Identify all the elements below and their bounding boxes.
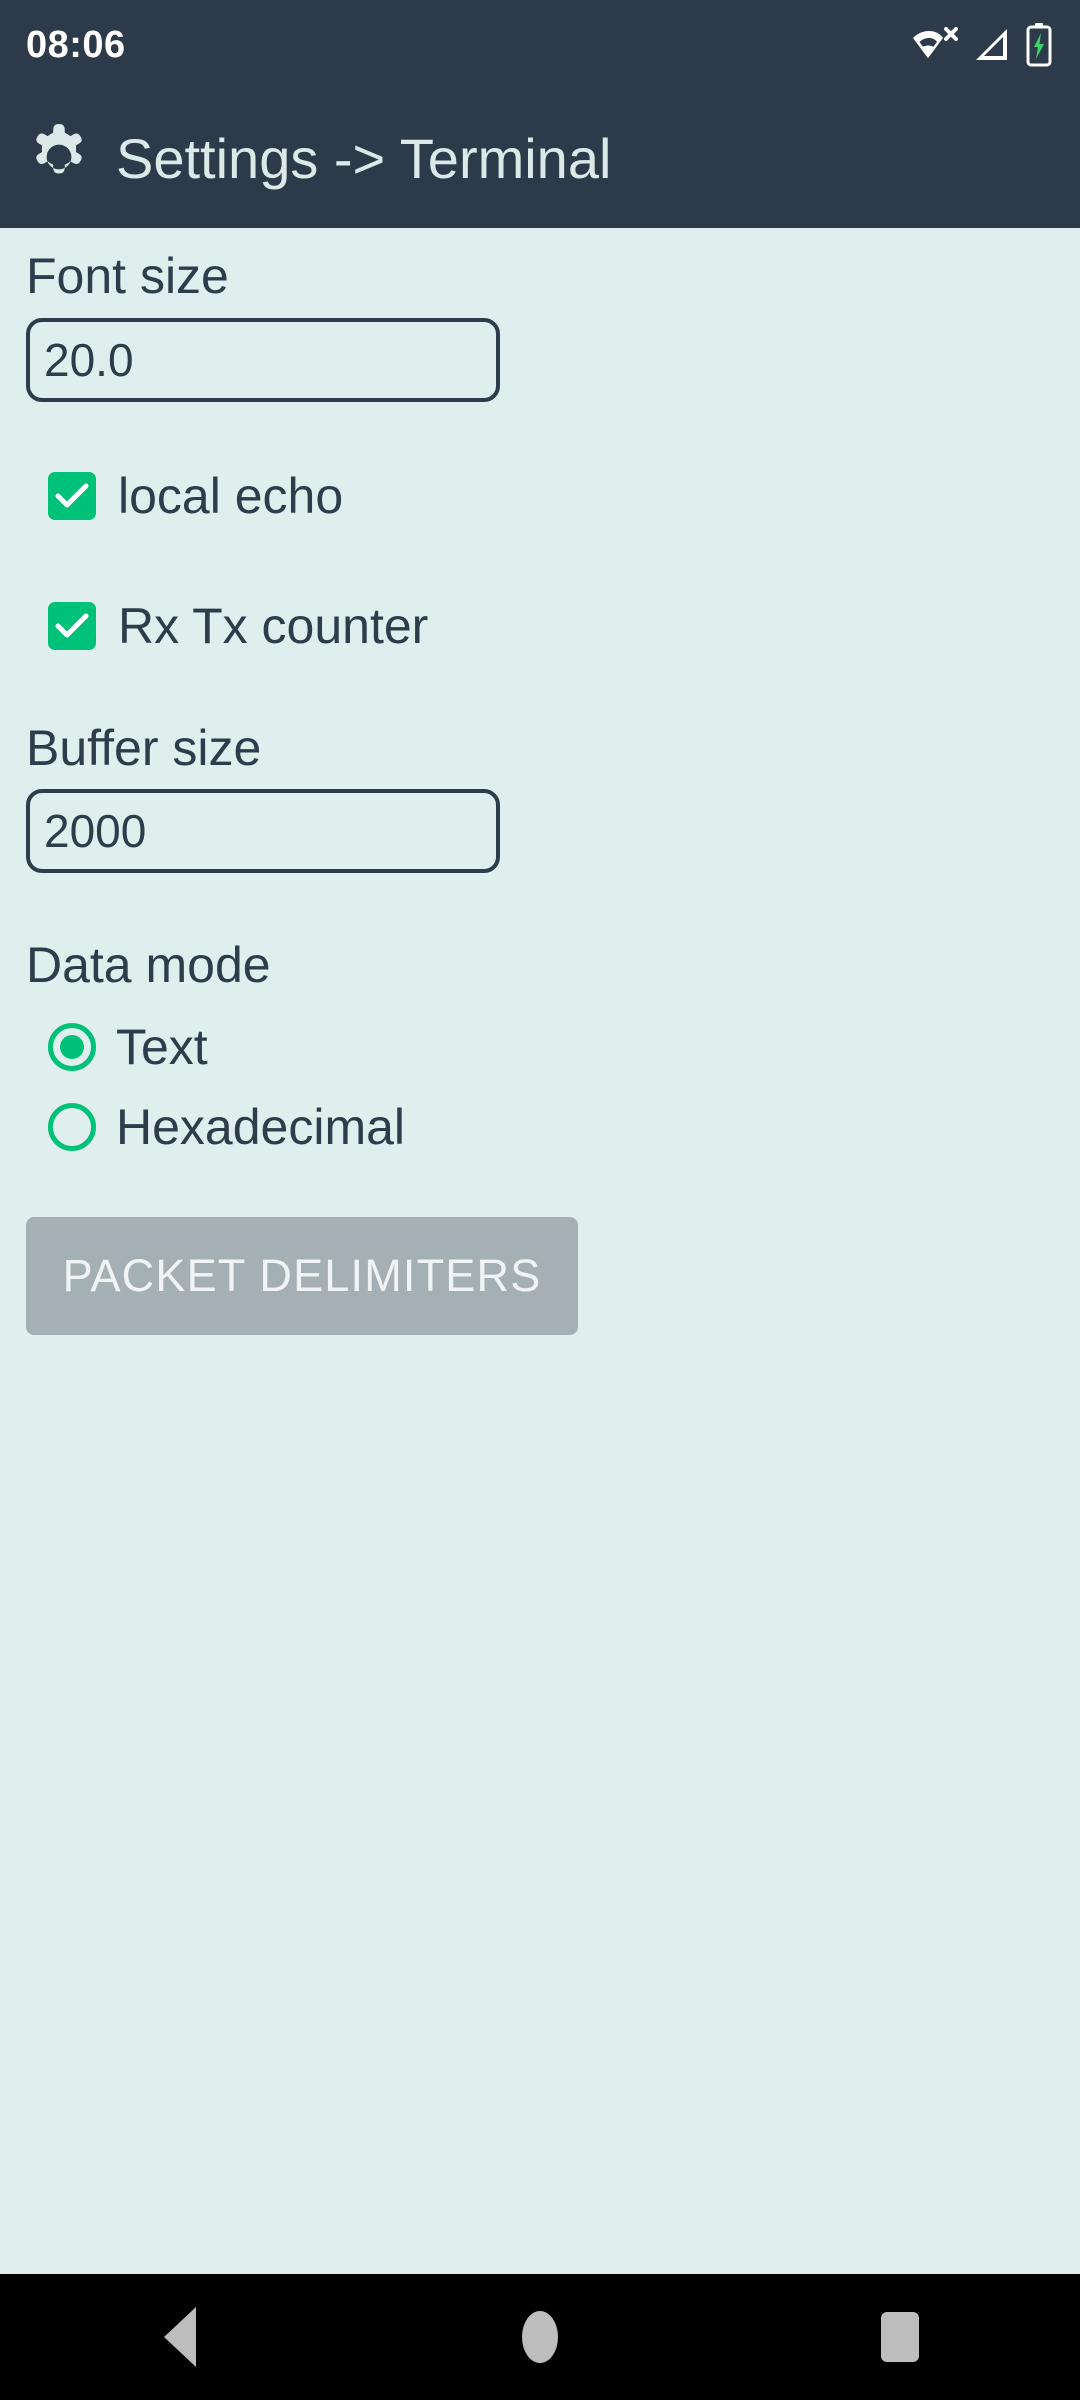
- data-mode-text-radio[interactable]: [48, 1022, 96, 1071]
- local-echo-row[interactable]: local echo: [26, 460, 1054, 532]
- data-mode-label: Data mode: [26, 937, 271, 993]
- local-echo-checkbox[interactable]: [48, 471, 96, 520]
- rx-tx-counter-row[interactable]: Rx Tx counter: [26, 590, 1054, 662]
- home-circle-icon: [522, 2311, 558, 2363]
- cellular-signal-icon: [972, 25, 1012, 65]
- local-echo-label: local echo: [118, 467, 344, 524]
- phone-screen: 08:06 Settings -> Terminal Font size 20.…: [0, 0, 1080, 2400]
- wifi-off-icon: [912, 25, 958, 65]
- data-mode-text-label: Text: [116, 1018, 208, 1075]
- navigation-bar: [0, 2274, 1080, 2400]
- font-size-input[interactable]: 20.0: [26, 317, 500, 402]
- battery-charging-icon: [1026, 23, 1052, 67]
- data-mode-hexadecimal-label: Hexadecimal: [116, 1098, 406, 1155]
- packet-delimiters-button[interactable]: PACKET DELIMITERS: [26, 1216, 578, 1335]
- status-bar-clock: 08:06: [26, 24, 126, 66]
- nav-recents-button[interactable]: [810, 2274, 990, 2400]
- recents-square-icon: [881, 2312, 919, 2362]
- buffer-size-label: Buffer size: [26, 719, 262, 776]
- app-bar-title: Settings -> Terminal: [116, 127, 612, 190]
- status-bar: 08:06: [0, 0, 1080, 90]
- data-mode-option-text[interactable]: Text: [26, 1007, 1054, 1087]
- app-bar: Settings -> Terminal: [0, 90, 1080, 228]
- gear-icon[interactable]: [26, 123, 92, 195]
- font-size-label: Font size: [26, 248, 229, 304]
- nav-home-button[interactable]: [450, 2274, 630, 2400]
- settings-content: Font size 20.0 local echo Rx Tx counter …: [0, 228, 1080, 2274]
- back-triangle-icon: [164, 2307, 196, 2367]
- nav-back-button[interactable]: [90, 2274, 270, 2400]
- data-mode-hexadecimal-radio[interactable]: [48, 1102, 96, 1151]
- status-bar-icons: [912, 23, 1052, 67]
- buffer-size-input[interactable]: 2000: [26, 789, 500, 873]
- rx-tx-counter-checkbox[interactable]: [48, 601, 96, 650]
- data-mode-option-hexadecimal[interactable]: Hexadecimal: [26, 1087, 1054, 1167]
- rx-tx-counter-label: Rx Tx counter: [118, 597, 429, 654]
